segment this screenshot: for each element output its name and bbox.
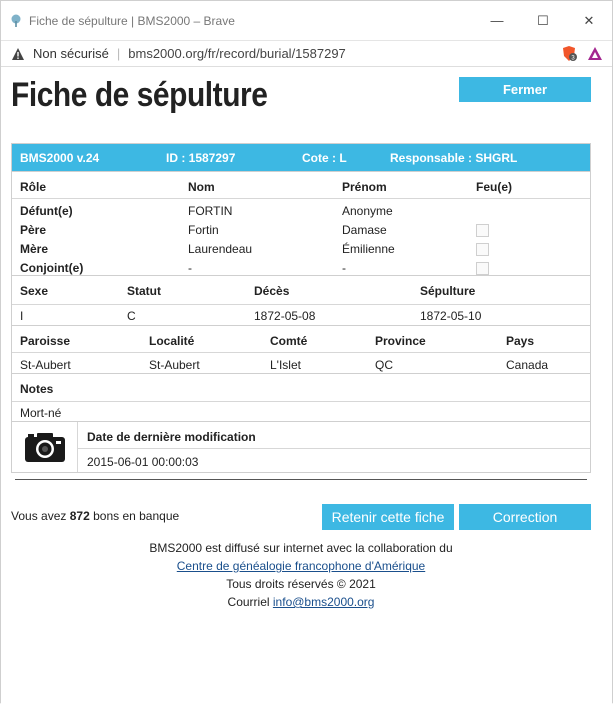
sepulture-value: 1872-05-10 (420, 309, 482, 323)
role-mere: Mère (20, 242, 49, 256)
warning-icon (12, 47, 24, 60)
notes-value: Mort-né (20, 406, 62, 420)
col-header-pays: Pays (506, 334, 535, 348)
col-header-role: Rôle (20, 180, 47, 194)
camera-icon (24, 433, 65, 462)
feu-mere-checkbox[interactable] (476, 243, 489, 256)
col-header-province: Province (375, 334, 426, 348)
bank-balance: Vous avez 872 bons en banque (11, 509, 179, 523)
bat-rewards-icon[interactable] (586, 45, 604, 63)
modification-header: Date de dernière modification (87, 430, 256, 444)
browser-window: Fiche de sépulture | BMS2000 – Brave — ☐… (0, 0, 613, 704)
prenom-mere: Émilienne (342, 242, 395, 256)
prenom-defunt: Anonyme (342, 204, 393, 218)
footer-email-row: Courriel info@bms2000.org (1, 595, 601, 609)
col-header-paroisse: Paroisse (20, 334, 71, 348)
col-header-statut: Statut (127, 284, 161, 298)
role-pere: Père (20, 223, 47, 237)
page-title: Fiche de sépulture (11, 76, 268, 114)
place-table: Paroisse Localité Comté Province Pays St… (12, 325, 590, 373)
close-button[interactable]: Fermer (459, 77, 591, 102)
event-table: Sexe Statut Décès Sépulture I C 1872-05-… (12, 275, 590, 325)
window-title: Fiche de sépulture | BMS2000 – Brave (29, 13, 235, 28)
page-content: Fiche de sépulture Fermer BMS2000 v.24 I… (1, 68, 612, 704)
record-header: BMS2000 v.24 ID : 1587297 Cote : L Respo… (12, 144, 590, 171)
prenom-conjoint: - (342, 261, 346, 275)
divider (15, 479, 587, 480)
photo-placeholder[interactable] (12, 422, 78, 472)
col-header-deces: Décès (254, 284, 290, 298)
deces-value: 1872-05-08 (254, 309, 316, 323)
email-link[interactable]: info@bms2000.org (273, 595, 375, 609)
email-label: Courriel (227, 595, 270, 609)
maximize-button[interactable]: ☐ (520, 1, 566, 41)
record-id: ID : 1587297 (166, 151, 236, 165)
address-separator: | (116, 46, 121, 61)
feu-pere-checkbox[interactable] (476, 224, 489, 237)
record-cote: Cote : L (302, 151, 347, 165)
bank-count: 872 (69, 509, 90, 523)
title-bar: Fiche de sépulture | BMS2000 – Brave — ☐… (1, 1, 612, 41)
footer-rights: Tous droits réservés © 2021 (226, 577, 376, 591)
notes-header: Notes (20, 382, 54, 396)
tree-logo-icon (11, 14, 21, 27)
retain-record-button[interactable]: Retenir cette fiche (322, 504, 454, 530)
persons-table: Rôle Nom Prénom Feu(e) Défunt(e) FORTIN … (12, 171, 590, 275)
nom-mere: Laurendeau (188, 242, 253, 256)
brave-shield-icon[interactable]: 3 (560, 45, 578, 63)
col-header-sepulture: Sépulture (420, 284, 476, 298)
nom-conjoint: - (188, 261, 192, 275)
burial-record: BMS2000 v.24 ID : 1587297 Cote : L Respo… (11, 143, 591, 473)
pays-value: Canada (506, 358, 549, 372)
col-header-nom: Nom (188, 180, 215, 194)
bank-prefix: Vous avez (11, 509, 67, 523)
localite-value: St-Aubert (149, 358, 200, 372)
col-header-comte: Comté (270, 334, 308, 348)
prenom-pere: Damase (342, 223, 387, 237)
cgfa-link[interactable]: Centre de généalogie francophone d'Améri… (177, 559, 425, 573)
statut-value: C (127, 309, 136, 323)
url-field[interactable]: bms2000.org/fr/record/burial/1587297 (128, 46, 560, 61)
nom-defunt: FORTIN (188, 204, 233, 218)
role-conjoint: Conjoint(e) (20, 261, 84, 275)
modification-value: 2015-06-01 00:00:03 (87, 455, 199, 469)
modification-section: Date de dernière modification 2015-06-01… (12, 421, 590, 472)
address-bar[interactable]: Non sécurisé | bms2000.org/fr/record/bur… (1, 41, 612, 67)
correction-button[interactable]: Correction (459, 504, 591, 530)
bank-suffix: bons en banque (93, 509, 180, 523)
col-header-prenom: Prénom (342, 180, 387, 194)
col-header-localite: Localité (149, 334, 195, 348)
notes-section: Notes Mort-né (12, 373, 590, 421)
col-header-sexe: Sexe (20, 284, 49, 298)
footer-link-row: Centre de généalogie francophone d'Améri… (1, 559, 601, 573)
version-label: BMS2000 v.24 (20, 151, 100, 165)
col-header-feu: Feu(e) (476, 180, 512, 194)
role-defunt: Défunt(e) (20, 204, 73, 218)
window-close-button[interactable]: ✕ (566, 1, 612, 41)
paroisse-value: St-Aubert (20, 358, 71, 372)
nom-pere: Fortin (188, 223, 219, 237)
record-responsable: Responsable : SHGRL (390, 151, 518, 165)
footer-collaboration: BMS2000 est diffusé sur internet avec la… (149, 541, 453, 555)
feu-conjoint-checkbox[interactable] (476, 262, 489, 275)
comte-value: L'Islet (270, 358, 301, 372)
minimize-button[interactable]: — (474, 1, 520, 41)
sexe-value: I (20, 309, 24, 323)
province-value: QC (375, 358, 393, 372)
security-status[interactable]: Non sécurisé (33, 46, 109, 61)
